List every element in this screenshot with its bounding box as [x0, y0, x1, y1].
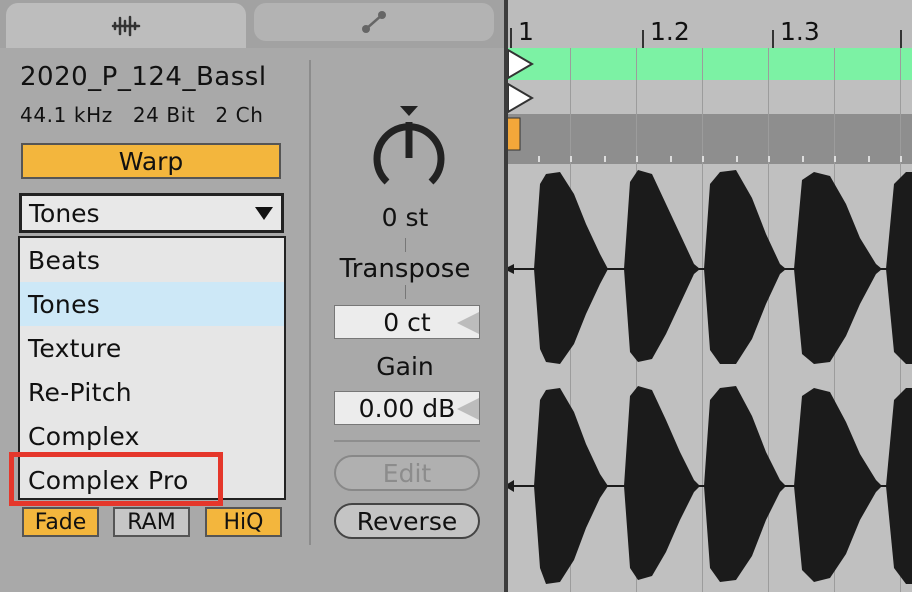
- warp-button[interactable]: Warp: [21, 143, 281, 179]
- gain-field[interactable]: 0.00 dB: [334, 391, 480, 425]
- waveform-display: [504, 170, 912, 584]
- warp-mode-option-texture[interactable]: Texture: [20, 326, 284, 370]
- ruler-label-1: 1: [518, 17, 534, 46]
- transpose-connector: [405, 285, 406, 299]
- gain-label: Gain: [376, 352, 434, 381]
- sample-tab[interactable]: [6, 3, 246, 48]
- ruler-tick: [900, 30, 902, 48]
- slider-arrow-icon: [457, 398, 479, 420]
- ruler-tick: [772, 30, 774, 48]
- detune-field[interactable]: 0 ct: [334, 305, 480, 339]
- clip-view-panel: 2020_P_124_Bassl 44.1 kHz 24 Bit 2 Ch Warp…: [0, 0, 505, 592]
- ruler-tick: [642, 30, 644, 48]
- bit-depth: 24 Bit: [132, 103, 196, 127]
- gain-value: 0.00 dB: [358, 393, 456, 423]
- edit-button[interactable]: Edit: [334, 455, 480, 491]
- chevron-down-icon: [255, 207, 273, 220]
- transient-marker-flag[interactable]: [507, 82, 534, 114]
- ram-button[interactable]: RAM: [113, 507, 190, 537]
- beat-ruler[interactable]: 1 1.2 1.3: [504, 0, 912, 48]
- knob-connector: [405, 238, 406, 252]
- controls-divider: [334, 440, 480, 442]
- envelopes-tab[interactable]: [254, 3, 494, 41]
- sample-editor[interactable]: 1 1.2 1.3: [504, 0, 912, 592]
- sample-info: 44.1 kHz 24 Bit 2 Ch: [20, 103, 283, 127]
- clip-name: 2020_P_124_Bassl: [20, 62, 267, 92]
- ruler-tick: [510, 28, 512, 48]
- reverse-button[interactable]: Reverse: [334, 503, 480, 539]
- start-marker[interactable]: [505, 117, 521, 151]
- complex-pro-highlight: [9, 452, 223, 506]
- waveform-icon: [111, 15, 141, 36]
- slider-arrow-icon: [457, 312, 479, 334]
- warp-marker-flag[interactable]: [507, 48, 534, 80]
- ruler-label-1-3: 1.3: [780, 17, 820, 46]
- warp-mode-option-beats[interactable]: Beats: [20, 238, 284, 282]
- envelope-icon: [362, 11, 386, 33]
- warp-mode-select[interactable]: Tones: [19, 193, 284, 233]
- clip-tab-bar: [0, 0, 505, 48]
- editor-left-edge: [504, 0, 508, 592]
- transpose-value: 0 st: [381, 203, 429, 232]
- channel-count: 2 Ch: [215, 103, 264, 127]
- hiq-button[interactable]: HiQ: [205, 507, 282, 537]
- sample-rate: 44.1 kHz: [20, 103, 113, 127]
- fade-button[interactable]: Fade: [22, 507, 99, 537]
- panel-divider: [309, 60, 311, 545]
- warp-mode-value: Tones: [29, 198, 100, 228]
- marker-overlay: [505, 48, 902, 162]
- ruler-label-1-2: 1.2: [650, 17, 690, 46]
- transpose-knob[interactable]: [367, 104, 451, 200]
- transpose-label: Transpose: [339, 254, 471, 284]
- warp-mode-option-re-pitch[interactable]: Re-Pitch: [20, 370, 284, 414]
- detune-value: 0 ct: [383, 307, 431, 337]
- warp-mode-option-tones[interactable]: Tones: [20, 282, 284, 326]
